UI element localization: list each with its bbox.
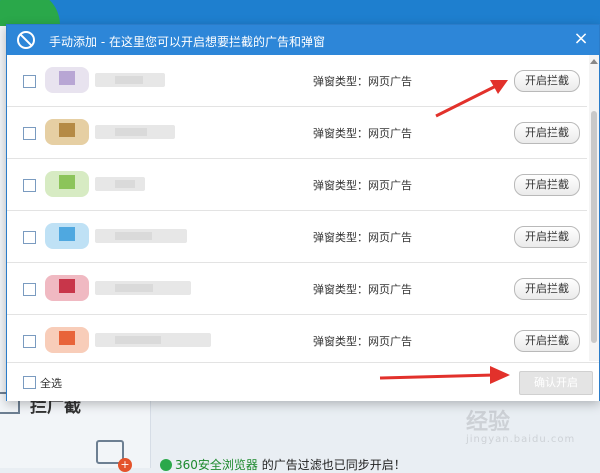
thumbnail-block bbox=[59, 227, 75, 241]
enable-block-button[interactable]: 开启拦截 bbox=[514, 122, 580, 144]
row-checkbox[interactable] bbox=[23, 231, 36, 244]
watermark: 经验 jingyan.baidu.com bbox=[466, 404, 575, 445]
enable-block-button[interactable]: 开启拦截 bbox=[514, 330, 580, 352]
ad-list: 弹窗类型：网页广告 开启拦截 弹窗类型：网页广告 开启拦截 弹窗类型：网页广告 … bbox=[7, 55, 587, 361]
list-item: 弹窗类型：网页广告 开启拦截 bbox=[7, 55, 587, 107]
blurred-site-name bbox=[95, 73, 165, 87]
list-item: 弹窗类型：网页广告 开启拦截 bbox=[7, 159, 587, 211]
manual-add-dialog: 手动添加 - 在这里您可以开启想要拦截的广告和弹窗 × 弹窗类型：网页广告 开启… bbox=[6, 24, 600, 401]
popup-type-label: 弹窗类型：网页广告 bbox=[313, 283, 412, 296]
sync-notice: 360安全浏览器 的广告过滤也已同步开启！ bbox=[160, 456, 406, 473]
row-checkbox[interactable] bbox=[23, 335, 36, 348]
site-thumbnail bbox=[45, 119, 89, 145]
blurred-site-name bbox=[95, 125, 175, 139]
popup-type-label: 弹窗类型：网页广告 bbox=[313, 75, 412, 88]
scrollbar-thumb[interactable] bbox=[591, 111, 597, 343]
thumbnail-block bbox=[59, 175, 75, 189]
site-thumbnail bbox=[45, 223, 89, 249]
enable-block-button[interactable]: 开启拦截 bbox=[514, 226, 580, 248]
block-icon bbox=[17, 31, 35, 49]
watermark-main: 经验 bbox=[466, 410, 511, 435]
popup-type-label: 弹窗类型：网页广告 bbox=[313, 231, 412, 244]
plus-icon: + bbox=[118, 458, 132, 472]
row-checkbox[interactable] bbox=[23, 75, 36, 88]
list-scrollbar[interactable] bbox=[589, 55, 599, 361]
enable-block-button[interactable]: 开启拦截 bbox=[514, 70, 580, 92]
site-thumbnail bbox=[45, 67, 89, 93]
popup-type-label: 弹窗类型：网页广告 bbox=[313, 179, 412, 192]
select-all-checkbox[interactable] bbox=[23, 376, 36, 389]
list-item: 弹窗类型：网页广告 开启拦截 bbox=[7, 211, 587, 263]
blurred-site-name bbox=[95, 177, 145, 191]
enable-block-button[interactable]: 开启拦截 bbox=[514, 278, 580, 300]
blurred-site-name bbox=[95, 281, 191, 295]
site-thumbnail bbox=[45, 327, 89, 353]
scroll-up-icon[interactable] bbox=[590, 59, 598, 64]
list-item: 弹窗类型：网页广告 开启拦截 bbox=[7, 315, 587, 361]
browser-logo-icon bbox=[160, 459, 172, 471]
blurred-site-name bbox=[95, 229, 187, 243]
thumbnail-block bbox=[59, 331, 75, 345]
row-checkbox[interactable] bbox=[23, 179, 36, 192]
browser-link[interactable]: 360安全浏览器 bbox=[175, 458, 258, 472]
sync-notice-text: 的广告过滤也已同步开启！ bbox=[261, 458, 406, 472]
blurred-site-name bbox=[95, 333, 211, 347]
select-all-label[interactable]: 全选 bbox=[40, 375, 62, 391]
thumbnail-block bbox=[59, 123, 75, 137]
popup-type-label: 弹窗类型：网页广告 bbox=[313, 335, 412, 348]
watermark-sub: jingyan.baidu.com bbox=[466, 434, 576, 445]
thumbnail-block bbox=[59, 279, 75, 293]
site-thumbnail bbox=[45, 275, 89, 301]
list-item: 弹窗类型：网页广告 开启拦截 bbox=[7, 107, 587, 159]
background-header bbox=[0, 0, 600, 26]
dialog-titlebar: 手动添加 - 在这里您可以开启想要拦截的广告和弹窗 × bbox=[7, 25, 599, 55]
close-icon[interactable]: × bbox=[571, 29, 591, 49]
dialog-title: 手动添加 - 在这里您可以开启想要拦截的广告和弹窗 bbox=[49, 35, 325, 49]
dialog-footer: 全选 确认开启 bbox=[7, 362, 599, 401]
site-thumbnail bbox=[45, 171, 89, 197]
enable-block-button[interactable]: 开启拦截 bbox=[514, 174, 580, 196]
confirm-enable-button[interactable]: 确认开启 bbox=[519, 371, 593, 395]
row-checkbox[interactable] bbox=[23, 283, 36, 296]
list-item: 弹窗类型：网页广告 开启拦截 bbox=[7, 263, 587, 315]
add-block-icon[interactable]: + bbox=[96, 440, 132, 472]
thumbnail-block bbox=[59, 71, 75, 85]
popup-type-label: 弹窗类型：网页广告 bbox=[313, 127, 412, 140]
row-checkbox[interactable] bbox=[23, 127, 36, 140]
